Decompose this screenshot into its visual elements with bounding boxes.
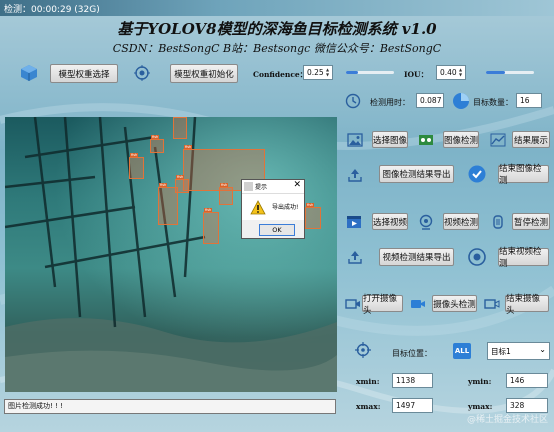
video-file-icon xyxy=(347,216,361,228)
confidence-value: 0.25 xyxy=(307,68,324,77)
window-titlebar: 检测：00:00:29 (32G) xyxy=(0,0,554,16)
iou-label: IOU： xyxy=(404,70,429,79)
detection-box: fish xyxy=(173,117,187,139)
detection-tag: fish xyxy=(306,203,315,207)
close-camera-button[interactable]: 结束摄像头 xyxy=(505,294,549,316)
export-image-result-button[interactable]: 图像检测结果导出 xyxy=(379,165,454,183)
underwater-scene xyxy=(5,117,337,392)
window-title: 检测：00:00:29 (32G) xyxy=(4,5,100,15)
dialog-message: 导出成功! xyxy=(272,204,299,211)
status-bar: 图片检测成功! ! ! xyxy=(4,399,336,414)
model-init-button[interactable]: 模型权重初始化 xyxy=(170,64,238,83)
target-select-value: 目标1 xyxy=(491,346,511,356)
ymin-label: ymin: xyxy=(468,377,492,386)
detection-image-view: fish fish fish fish fish fish fish fish … xyxy=(5,117,337,392)
detection-tag: fish xyxy=(184,145,193,149)
time-value: 0.087 xyxy=(416,93,444,108)
target-position-label: 目标位置： xyxy=(392,349,432,358)
warning-icon xyxy=(250,200,266,215)
cube-icon xyxy=(21,65,37,81)
check-icon xyxy=(468,165,486,183)
image-icon xyxy=(347,133,363,147)
show-result-button[interactable]: 结果展示 xyxy=(512,131,550,148)
detection-box: fish xyxy=(175,175,189,193)
detection-tag: fish xyxy=(176,175,185,179)
confidence-spinbox[interactable]: 0.25 ▲ ▼ xyxy=(303,65,333,80)
camera-icon xyxy=(345,299,360,309)
detection-box: fish xyxy=(219,183,233,205)
app-subtitle: CSDN：BestSongC B站：Bestsongc 微信公众号：BestSo… xyxy=(112,42,442,55)
chevron-down-icon: ⌄ xyxy=(539,345,546,354)
detection-tag: fish xyxy=(204,208,213,212)
count-label: 目标数量： xyxy=(473,98,513,107)
detection-tag: fish xyxy=(130,153,139,157)
xmin-label: xmin: xyxy=(356,377,380,386)
all-badge-icon: ALL xyxy=(453,343,471,359)
target-icon xyxy=(134,65,150,81)
upload-icon xyxy=(348,169,362,182)
confidence-label: Confidence： xyxy=(253,70,308,79)
end-image-detect-button[interactable]: 结束图像检测 xyxy=(498,164,549,186)
dialog-close-icon[interactable]: ✕ xyxy=(293,180,301,190)
watermark: @稀土掘金技术社区 xyxy=(466,415,548,425)
webcam-icon xyxy=(419,214,433,230)
count-value: 16 xyxy=(516,93,542,108)
line-chart-icon xyxy=(490,133,506,147)
detection-tag: fish xyxy=(151,135,160,139)
select-image-button[interactable]: 选择图像 xyxy=(372,131,408,148)
ymax-value: 328 xyxy=(506,398,548,413)
detection-box: fish xyxy=(203,208,219,244)
end-video-detect-button[interactable]: 结束视频检测 xyxy=(498,247,549,269)
close-camera-icon xyxy=(484,299,500,309)
time-label: 检测用时： xyxy=(370,98,410,107)
dialog-title: 提示 xyxy=(255,184,268,191)
dialog-app-icon xyxy=(244,182,253,191)
pause-detect-button[interactable]: 暂停检测 xyxy=(512,213,550,230)
xmax-value: 1497 xyxy=(392,398,433,413)
export-video-result-button[interactable]: 视频检测结果导出 xyxy=(379,248,454,266)
detection-box: fish xyxy=(150,135,164,153)
video-camera-icon xyxy=(411,300,425,308)
model-select-button[interactable]: 模型权重选择 xyxy=(50,64,118,83)
crosshair-icon xyxy=(355,342,371,358)
camera-detect-button[interactable]: 摄像头检测 xyxy=(432,295,477,312)
detection-box: fish xyxy=(129,153,144,179)
select-video-button[interactable]: 选择视频 xyxy=(372,213,408,230)
detection-tag: fish xyxy=(220,183,229,187)
image-detect-button[interactable]: 图像检测 xyxy=(443,131,479,148)
xmin-value: 1138 xyxy=(392,373,433,388)
pause-icon xyxy=(493,215,503,229)
open-camera-button[interactable]: 打开摄像头 xyxy=(362,294,403,316)
message-dialog: 提示 ✕ 导出成功! OK xyxy=(241,179,305,239)
detection-tag: fish xyxy=(159,183,168,187)
clock-icon xyxy=(345,93,361,109)
image-detect-icon xyxy=(419,135,433,145)
video-detect-button[interactable]: 视频检测 xyxy=(443,213,479,230)
ymin-value: 146 xyxy=(506,373,548,388)
upload-video-icon xyxy=(348,251,362,264)
ok-button[interactable]: OK xyxy=(259,224,295,236)
iou-slider[interactable] xyxy=(486,71,534,74)
dialog-header: 提示 ✕ xyxy=(242,180,304,194)
xmax-label: xmax: xyxy=(356,402,381,411)
stop-icon xyxy=(468,248,486,266)
pie-chart-icon xyxy=(453,93,469,109)
app-title: 基于YOLOV8模型的深海鱼目标检测系统 v1.0 xyxy=(117,20,437,38)
iou-spinbox[interactable]: 0.40 ▲ ▼ xyxy=(436,65,466,80)
ymax-label: ymax: xyxy=(468,402,493,411)
iou-value: 0.40 xyxy=(440,68,457,77)
target-select[interactable]: 目标1 ⌄ xyxy=(487,342,550,360)
confidence-slider[interactable] xyxy=(346,71,394,74)
detection-box: fish xyxy=(305,203,321,229)
